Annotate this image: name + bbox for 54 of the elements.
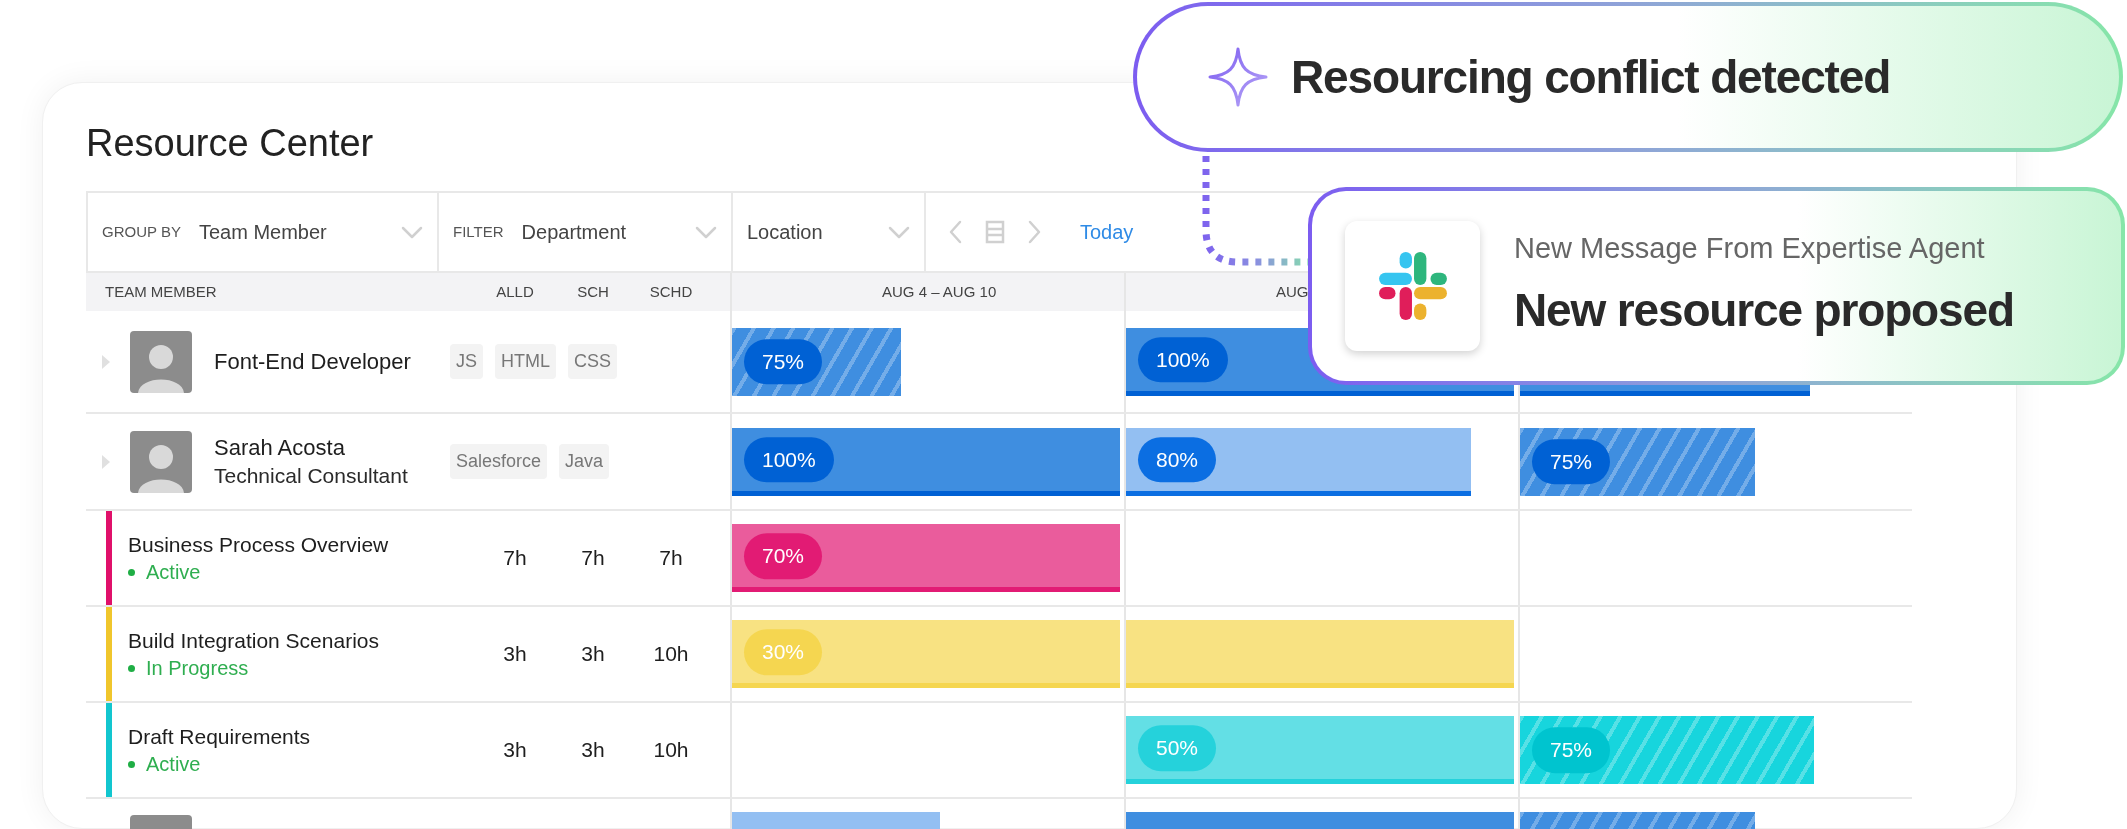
column-header: TEAM MEMBER [105,281,218,302]
alert-text: Resourcing conflict detected [1291,49,1891,105]
avatar-photo-placeholder [130,430,192,493]
expand-caret-icon[interactable] [102,454,110,469]
group-by-dropdown[interactable]: GROUP BY Team Member [88,193,439,271]
member-name: Sarah Acosta [214,433,346,462]
chevron-down-icon[interactable] [401,225,423,239]
hours-value: 7h [658,545,684,572]
hash-logo-icon [1376,250,1449,322]
skill-tag: CSS [568,344,618,379]
task-name: Build Integration Scenarios [128,628,380,654]
task-name: Draft Requirements [128,724,312,750]
task-status: In Progress [146,656,249,681]
dropdown-value: Location [747,220,824,245]
hours-value: 10h [652,737,690,764]
chevron-down-icon[interactable] [695,225,717,239]
message-text: New resource proposed [1514,283,2014,339]
chevron-left-icon[interactable] [948,220,963,244]
dropdown-label: GROUP BY [102,221,181,242]
hours-value: 10h [652,641,690,668]
chevron-right-icon[interactable] [1027,220,1042,244]
skill-tag: Salesforce [450,444,548,479]
week-header: AUG 4 – AUG 10 [882,281,997,302]
hours-value: 3h [502,641,528,668]
hours-value: 7h [502,545,528,572]
hours-value: 3h [580,641,606,668]
skill-tag: JS [450,344,483,379]
chevron-down-icon[interactable] [888,225,910,239]
page-title: Resource Center [86,121,374,165]
hours-value: 7h [580,545,606,572]
column-header: SCH [576,281,610,302]
dropdown-value: Department [521,220,628,245]
sparkle-icon [1207,46,1269,108]
filter-dropdown[interactable]: FILTER Department [439,193,733,271]
task-status: Active [146,560,201,585]
week-header: AUG [1276,281,1309,302]
dropdown-label: FILTER [453,221,504,242]
member-name: Font-End Developer [214,347,412,376]
avatar-photo-placeholder [130,330,192,393]
column-header: ALLD [495,281,535,302]
dropdown-value: Team Member [198,220,328,245]
expand-caret-icon[interactable] [102,354,110,369]
hours-value: 3h [502,737,528,764]
member-role: Technical Consultant [214,462,409,489]
today-link[interactable]: Today [1080,217,1134,247]
message-sender: New Message From Expertise Agent [1514,230,1986,266]
column-header: SCHD [648,281,694,302]
calendar-list-icon[interactable] [985,220,1005,244]
hours-value: 3h [580,737,606,764]
location-dropdown[interactable]: Location [733,193,926,271]
task-name: Business Process Overview [128,532,390,558]
skill-tag: Java [559,444,610,479]
task-status: Active [146,752,201,777]
skill-tag: HTML [495,344,556,379]
